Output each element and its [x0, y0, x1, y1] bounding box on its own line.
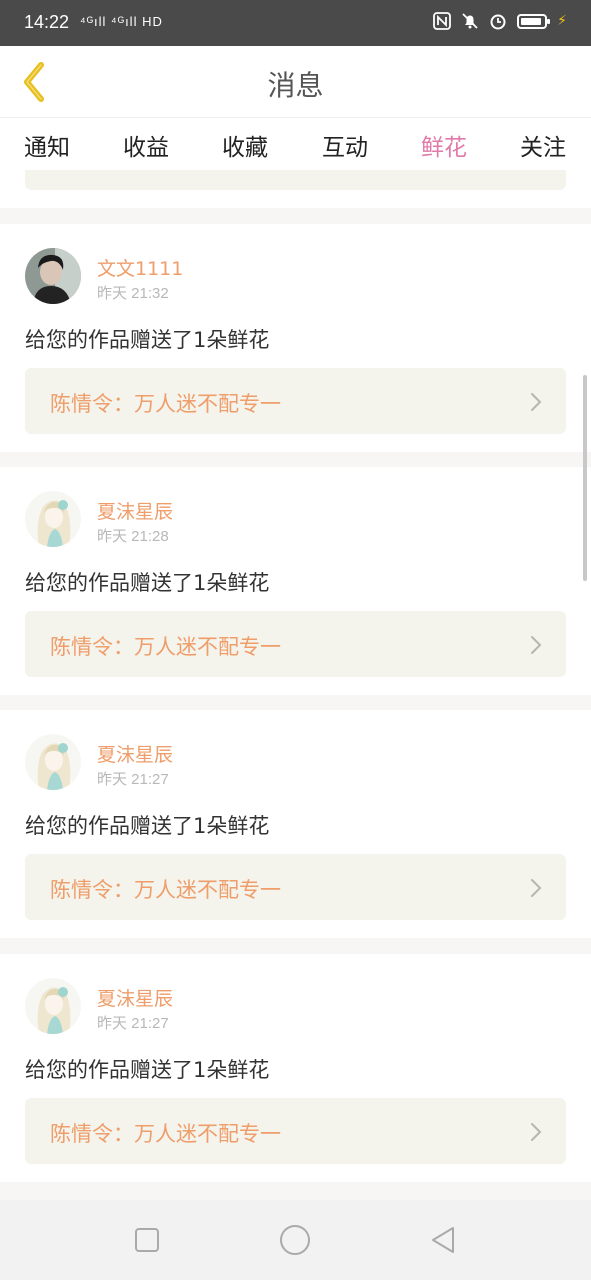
chevron-right-icon	[531, 879, 542, 897]
work-title: 陈情令：万人迷不配专一	[50, 1122, 281, 1146]
home-button[interactable]	[279, 1224, 311, 1256]
page-title: 消息	[267, 69, 324, 102]
tab-notifications[interactable]: 通知	[24, 128, 70, 162]
back-nav-button[interactable]	[427, 1224, 459, 1256]
work-link[interactable]: 陈情令：万人迷不配专一	[25, 854, 566, 920]
username[interactable]: 文文1111	[97, 254, 183, 281]
nfc-icon	[433, 12, 452, 30]
avatar[interactable]	[25, 734, 81, 790]
chevron-right-icon	[531, 393, 542, 411]
work-title: 陈情令：万人迷不配专一	[50, 635, 281, 659]
battery-icon	[517, 13, 551, 29]
tab-favorites[interactable]: 收藏	[222, 128, 268, 162]
tab-earnings[interactable]: 收益	[123, 128, 169, 162]
signal-indicator: ⁴ᴳıll ⁴ᴳıll HD	[80, 14, 163, 29]
username[interactable]: 夏沫星辰	[97, 984, 173, 1011]
tab-flowers[interactable]: 鲜花	[421, 128, 467, 174]
list-item: 文文1111 昨天 21:32 给您的作品赠送了1朵鲜花 陈情令：万人迷不配专一	[0, 224, 591, 452]
status-icons: ⚡	[433, 12, 567, 30]
avatar[interactable]	[25, 978, 81, 1034]
list-item: 夏沫星辰 昨天 21:28 给您的作品赠送了1朵鲜花 陈情令：万人迷不配专一	[0, 467, 591, 695]
charging-icon: ⚡	[557, 13, 567, 29]
message-text: 给您的作品赠送了1朵鲜花	[25, 571, 270, 595]
alarm-icon	[489, 12, 507, 30]
avatar[interactable]	[25, 491, 81, 547]
tab-flowers-label: 鲜花	[421, 135, 467, 161]
list-item: 夏沫星辰 昨天 21:27 给您的作品赠送了1朵鲜花 陈情令：万人迷不配专一	[0, 710, 591, 938]
message-text: 给您的作品赠送了1朵鲜花	[25, 814, 270, 838]
work-link[interactable]: 陈情令：万人迷不配专一	[25, 611, 566, 677]
circle-icon	[280, 1225, 310, 1255]
status-bar: 14:22 ⁴ᴳıll ⁴ᴳıll HD ⚡	[0, 0, 591, 46]
list-item-partial	[0, 170, 591, 208]
status-time: 14:22	[24, 12, 70, 32]
username[interactable]: 夏沫星辰	[97, 740, 173, 767]
message-text: 给您的作品赠送了1朵鲜花	[25, 328, 270, 352]
message-text: 给您的作品赠送了1朵鲜花	[25, 1058, 270, 1082]
system-nav-bar	[0, 1200, 591, 1280]
work-link[interactable]: 陈情令：万人迷不配专一	[25, 368, 566, 434]
recent-apps-button[interactable]	[131, 1224, 163, 1256]
chevron-right-icon	[531, 1123, 542, 1141]
list-item: 夏沫星辰 昨天 21:27 给您的作品赠送了1朵鲜花 陈情令：万人迷不配专一	[0, 954, 591, 1182]
tab-bar: 通知 收益 收藏 互动 鲜花 关注	[0, 118, 591, 174]
timestamp: 昨天 21:27	[97, 1015, 169, 1032]
scrollbar[interactable]	[583, 375, 587, 581]
timestamp: 昨天 21:32	[97, 285, 169, 302]
work-title: 陈情令：万人迷不配专一	[50, 878, 281, 902]
work-link[interactable]: 陈情令：万人迷不配专一	[25, 1098, 566, 1164]
username[interactable]: 夏沫星辰	[97, 497, 173, 524]
square-icon	[135, 1228, 159, 1252]
tab-following[interactable]: 关注	[520, 128, 566, 162]
work-link-partial[interactable]	[25, 170, 566, 190]
triangle-back-icon	[432, 1227, 454, 1253]
timestamp: 昨天 21:27	[97, 771, 169, 788]
chevron-right-icon	[531, 636, 542, 654]
timestamp: 昨天 21:28	[97, 528, 169, 545]
work-title: 陈情令：万人迷不配专一	[50, 392, 281, 416]
mute-icon	[461, 12, 479, 30]
header: 消息	[0, 46, 591, 118]
avatar[interactable]	[25, 248, 81, 304]
tab-interactions[interactable]: 互动	[322, 128, 368, 162]
